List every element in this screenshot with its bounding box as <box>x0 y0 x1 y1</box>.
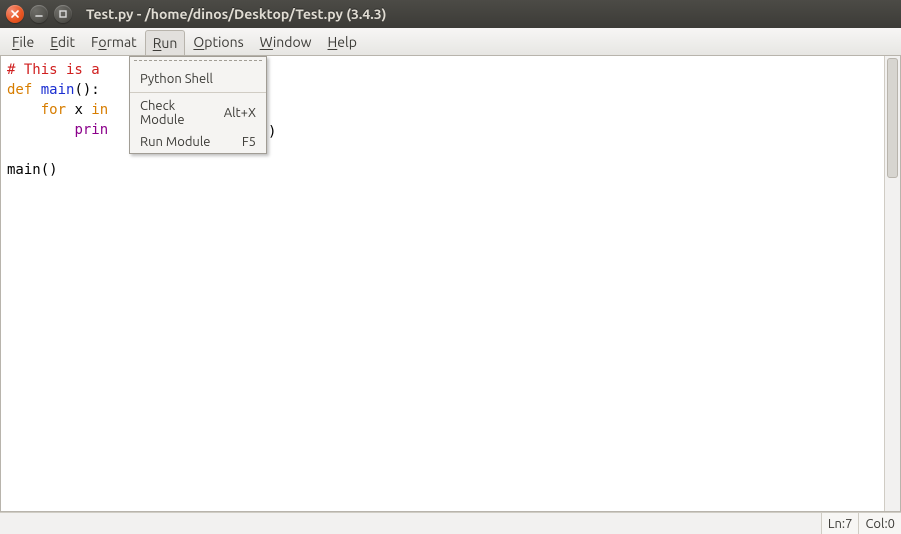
menu-item-run-module[interactable]: Run Module F5 <box>130 131 266 153</box>
code-keyword-in: in <box>91 102 108 118</box>
menu-run[interactable]: Run <box>145 30 186 55</box>
menubar: File Edit Format Run Options Window Help <box>0 28 901 56</box>
menu-item-accel: F5 <box>242 135 256 149</box>
menu-item-label: Run Module <box>140 135 232 149</box>
menu-item-label: Check Module <box>140 99 214 127</box>
menu-item-check-module[interactable]: Check Module Alt+X <box>130 92 266 131</box>
status-line: Ln: 7 <box>821 513 859 534</box>
menu-help[interactable]: Help <box>320 28 365 55</box>
menu-item-python-shell[interactable]: Python Shell <box>130 68 266 90</box>
maximize-icon[interactable] <box>54 5 72 23</box>
code-trailing-paren: ) <box>268 124 276 140</box>
menu-item-label: Python Shell <box>140 72 256 86</box>
menu-format[interactable]: Format <box>83 28 145 55</box>
window-title: Test.py - /home/dinos/Desktop/Test.py (3… <box>86 6 386 22</box>
close-icon[interactable] <box>6 5 24 23</box>
window-titlebar: Test.py - /home/dinos/Desktop/Test.py (3… <box>0 0 901 28</box>
vertical-scrollbar[interactable] <box>884 56 900 511</box>
menu-item-accel: Alt+X <box>224 106 256 120</box>
code-comment: # This is a <box>7 62 108 78</box>
scrollbar-thumb[interactable] <box>887 58 898 178</box>
status-column: Col: 0 <box>858 513 901 534</box>
code-keyword-for: for <box>41 102 75 118</box>
tearoff-handle[interactable] <box>134 60 262 66</box>
menu-file[interactable]: File <box>4 28 42 55</box>
code-builtin-print: prin <box>74 122 108 138</box>
code-keyword-def: def <box>7 82 41 98</box>
run-menu-dropdown: Python Shell Check Module Alt+X Run Modu… <box>129 56 267 154</box>
code-call-main: main() <box>7 162 58 178</box>
menu-window[interactable]: Window <box>252 28 320 55</box>
code-func-name: main <box>41 82 75 98</box>
menu-edit[interactable]: Edit <box>42 28 83 55</box>
code-parens: (): <box>74 82 99 98</box>
menu-options[interactable]: Options <box>185 28 251 55</box>
statusbar: Ln: 7 Col: 0 <box>0 512 901 534</box>
minimize-icon[interactable] <box>30 5 48 23</box>
